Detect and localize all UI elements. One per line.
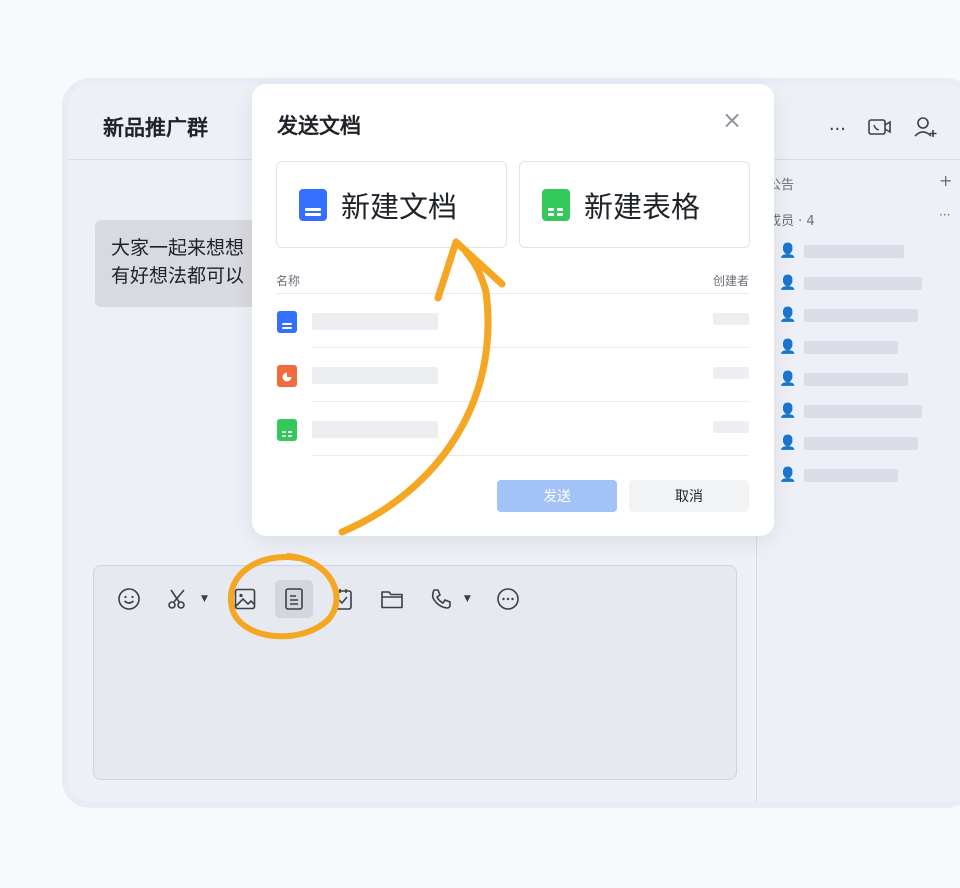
member-name-placeholder — [804, 244, 905, 258]
chevron-down-icon[interactable]: ▼ — [464, 594, 471, 604]
phone-icon[interactable] — [422, 580, 460, 618]
user-icon: 👤 — [779, 467, 797, 483]
spreadsheet-icon — [277, 419, 297, 441]
document-name-placeholder — [312, 367, 438, 384]
user-icon: 👤 — [779, 307, 797, 323]
column-creator: 创建者 — [712, 274, 749, 288]
image-icon[interactable] — [226, 580, 264, 618]
user-icon: 👤 — [779, 371, 797, 387]
announcement-add-button[interactable]: + — [939, 171, 952, 190]
more-icon[interactable] — [489, 580, 527, 618]
video-call-icon[interactable] — [868, 118, 892, 141]
creator-placeholder — [713, 421, 749, 433]
new-spreadsheet-label: 新建表格 — [584, 189, 701, 224]
send-document-dialog: 发送文档 × 新建文档 新建表格 名称 创建者 发送 取消 — [252, 84, 774, 536]
member-row[interactable]: 👤 — [779, 435, 919, 451]
member-row[interactable]: 👤 — [779, 307, 919, 323]
user-icon: 👤 — [779, 435, 797, 451]
message-input-box[interactable]: ▼ ▼ — [93, 565, 737, 780]
user-icon: 👤 — [779, 403, 797, 419]
member-name-placeholder — [804, 308, 919, 322]
user-icon: 👤 — [779, 275, 797, 291]
document-icon[interactable] — [274, 580, 313, 618]
table-row[interactable] — [276, 348, 749, 402]
member-name-placeholder — [804, 340, 899, 354]
creator-placeholder — [713, 313, 749, 325]
member-name-placeholder — [804, 468, 899, 482]
more-icon[interactable]: ··· — [829, 119, 846, 140]
new-document-label: 新建文档 — [341, 189, 458, 224]
screenshot-icon[interactable] — [159, 580, 197, 618]
spreadsheet-icon — [542, 188, 570, 221]
chevron-down-icon[interactable]: ▼ — [201, 594, 208, 604]
document-icon — [299, 188, 327, 221]
user-icon: 👤 — [779, 243, 797, 259]
document-table-header: 名称 创建者 — [276, 272, 749, 289]
member-row[interactable]: 👤 — [779, 467, 899, 483]
member-row[interactable]: 👤 — [779, 243, 905, 259]
new-spreadsheet-button[interactable]: 新建表格 — [519, 161, 750, 248]
emoji-icon[interactable] — [110, 580, 148, 618]
member-name-placeholder — [804, 372, 909, 386]
member-row[interactable]: 👤 — [779, 371, 909, 387]
cancel-button[interactable]: 取消 — [629, 480, 749, 512]
member-row[interactable]: 👤 — [779, 339, 899, 355]
close-icon[interactable]: × — [722, 108, 742, 132]
side-panel: 群公告 + 群成员 · 4 ··· 👤 👤 👤 👤 👤 👤 👤 👤 — [755, 160, 960, 802]
column-name: 名称 — [276, 274, 301, 288]
folder-icon[interactable] — [373, 580, 411, 618]
members-more-button[interactable]: ··· — [939, 208, 950, 222]
add-member-icon[interactable] — [914, 116, 938, 143]
task-icon[interactable] — [324, 580, 362, 618]
user-icon: 👤 — [779, 339, 797, 355]
dialog-title: 发送文档 — [277, 114, 361, 138]
document-name-placeholder — [312, 313, 438, 330]
document-name-placeholder — [312, 421, 438, 438]
table-row[interactable] — [276, 294, 749, 348]
group-title: 新品推广群 — [103, 116, 208, 140]
document-icon — [277, 311, 297, 333]
member-name-placeholder — [804, 276, 923, 290]
member-row[interactable]: 👤 — [779, 275, 923, 291]
send-button[interactable]: 发送 — [497, 480, 617, 512]
divider — [312, 455, 749, 456]
table-row[interactable] — [276, 402, 749, 456]
new-document-button[interactable]: 新建文档 — [276, 161, 507, 248]
member-name-placeholder — [804, 436, 919, 450]
creator-placeholder — [713, 367, 749, 379]
slides-icon — [277, 365, 297, 387]
input-toolbar: ▼ ▼ — [110, 580, 538, 618]
member-row[interactable]: 👤 — [779, 403, 923, 419]
header-actions: ··· — [829, 116, 938, 143]
member-name-placeholder — [804, 404, 923, 418]
